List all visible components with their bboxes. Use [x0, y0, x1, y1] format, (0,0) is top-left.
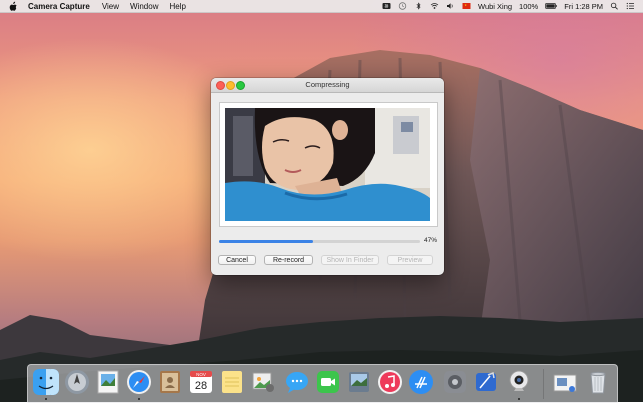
app-store-icon[interactable] — [408, 369, 434, 395]
compression-progress-bar — [219, 240, 420, 243]
calendar-icon[interactable]: NOV 28 — [188, 369, 214, 395]
cancel-button[interactable]: Cancel — [218, 255, 256, 265]
video-preview-frame — [219, 102, 438, 227]
menu-help[interactable]: Help — [169, 2, 185, 11]
time-machine-icon[interactable] — [398, 2, 407, 10]
progress-fill — [219, 240, 314, 243]
preview-button[interactable]: Preview — [387, 255, 433, 265]
itunes-icon[interactable] — [377, 369, 403, 395]
trash-icon[interactable] — [585, 369, 611, 395]
xcode-icon[interactable] — [473, 369, 499, 395]
rerecord-button[interactable]: Re-record — [264, 255, 313, 265]
image-capture-icon[interactable] — [346, 369, 372, 395]
launchpad-icon[interactable] — [64, 369, 90, 395]
progress-percent-label: 47% — [424, 237, 438, 244]
finder-icon[interactable] — [33, 369, 59, 395]
compressing-window: Compressing 47% Cancel Re-record Show In… — [211, 78, 444, 275]
battery-icon[interactable] — [545, 2, 557, 10]
downloads-stack-icon[interactable] — [552, 369, 578, 395]
bluetooth-icon[interactable] — [414, 2, 423, 10]
calendar-day: 28 — [195, 380, 207, 392]
spotlight-icon[interactable] — [610, 2, 619, 10]
menu-window[interactable]: Window — [130, 2, 158, 11]
window-title: Compressing — [305, 80, 350, 89]
volume-icon[interactable] — [446, 2, 455, 10]
input-method-icon[interactable]: 拼 — [382, 2, 391, 10]
safari-icon[interactable] — [126, 369, 152, 395]
battery-percent[interactable]: 100% — [519, 2, 538, 11]
webcam-frame-image — [225, 108, 430, 221]
video-preview — [225, 108, 430, 221]
facetime-icon[interactable] — [315, 369, 341, 395]
menu-view[interactable]: View — [102, 2, 119, 11]
system-preferences-icon[interactable] — [442, 369, 468, 395]
clock[interactable]: Fri 1:28 PM — [564, 2, 603, 11]
notes-icon[interactable] — [219, 369, 245, 395]
flag-icon[interactable]: ★ — [462, 2, 471, 10]
menu-app-name[interactable]: Camera Capture — [28, 2, 90, 11]
wifi-icon[interactable] — [430, 2, 439, 10]
photos-icon[interactable] — [250, 369, 276, 395]
title-bar[interactable]: Compressing — [211, 78, 444, 93]
dock-separator — [543, 369, 544, 399]
show-in-finder-button[interactable]: Show In Finder — [321, 255, 379, 265]
notification-center-icon[interactable] — [626, 2, 635, 10]
status-area: 拼 ★ Wubi Xing 100% Fri 1:28 PM — [382, 2, 635, 11]
preview-icon[interactable] — [95, 369, 121, 395]
menu-bar: Camera Capture View Window Help 拼 ★ Wubi… — [0, 0, 643, 13]
input-source-label[interactable]: Wubi Xing — [478, 2, 512, 11]
messages-icon[interactable] — [284, 369, 310, 395]
svg-text:拼: 拼 — [385, 3, 389, 9]
camera-capture-icon[interactable] — [506, 369, 532, 395]
dock: NOV 28 — [27, 364, 618, 403]
apple-icon[interactable] — [8, 1, 18, 11]
contacts-icon[interactable] — [157, 369, 183, 395]
calendar-month: NOV — [196, 372, 206, 377]
